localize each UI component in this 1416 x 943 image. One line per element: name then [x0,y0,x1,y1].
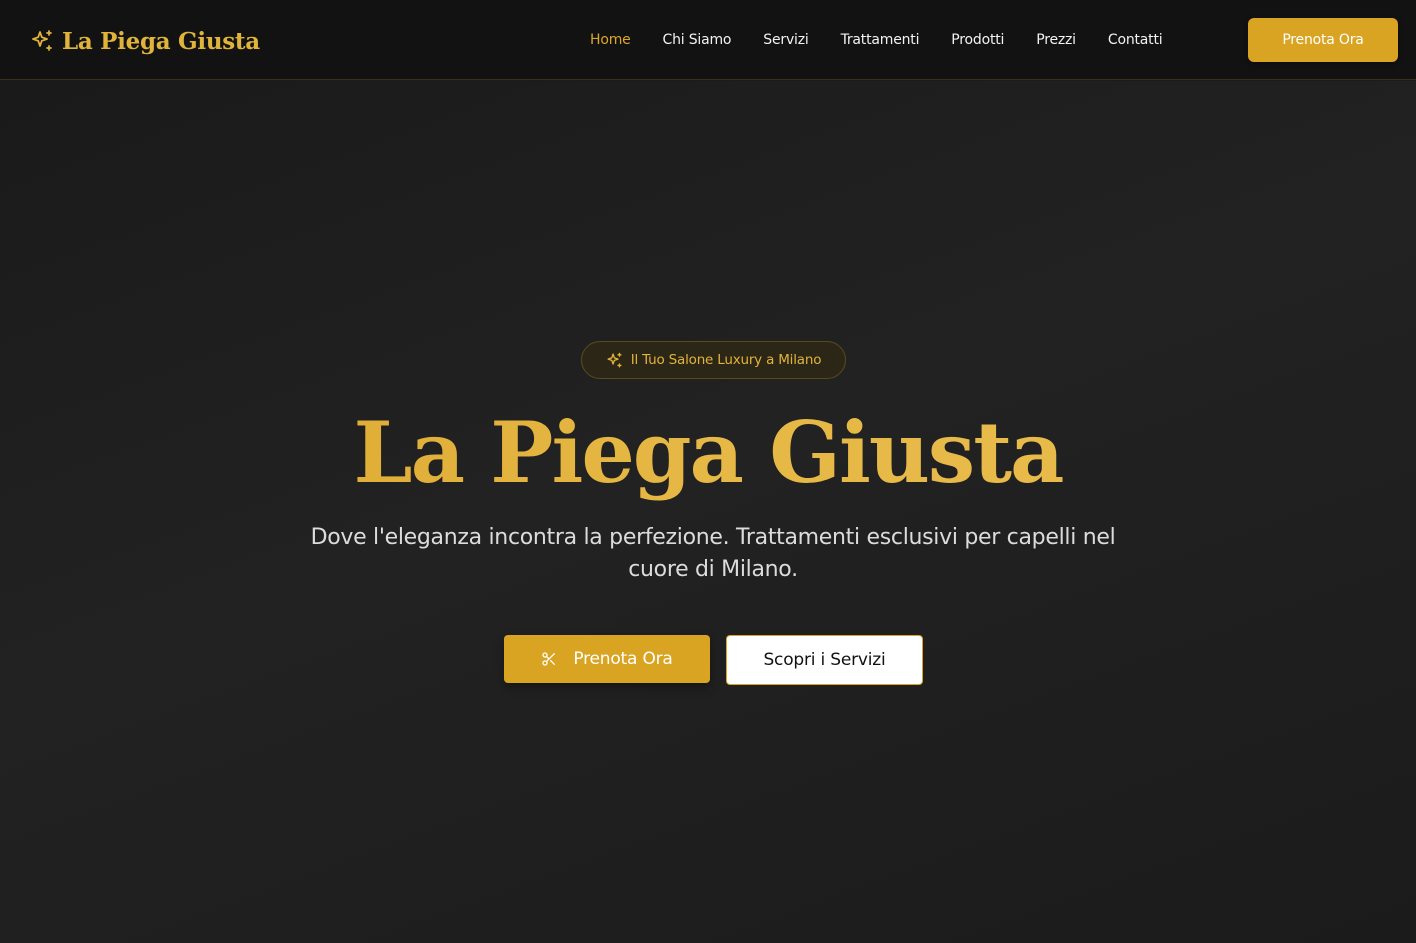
nav-item-servizi[interactable]: Servizi [763,30,808,50]
hero-book-button[interactable]: Prenota Ora [504,635,710,683]
nav-item-prezzi[interactable]: Prezzi [1036,30,1076,50]
sparkle-icon [32,30,52,51]
main-nav: Home Chi Siamo Servizi Trattamenti Prodo… [590,28,1163,52]
discover-services-button[interactable]: Scopri i Servizi [726,635,923,685]
nav-item-prodotti[interactable]: Prodotti [951,30,1004,50]
scissors-icon [542,652,556,666]
nav-item-contatti[interactable]: Contatti [1108,30,1163,50]
hero-title: La Piega Giusta [0,398,1416,508]
hero-book-button-label: Prenota Ora [573,649,673,669]
site-header: La Piega Giusta Home Chi Siamo Servizi T… [0,0,1416,80]
brand-name: La Piega Giusta [62,27,260,55]
brand-logo-link[interactable]: La Piega Giusta [30,24,260,58]
nav-item-trattamenti[interactable]: Trattamenti [841,30,920,50]
hero-badge: Il Tuo Salone Luxury a Milano [581,341,846,379]
hero-subtitle: Dove l'eleganza incontra la perfezione. … [310,525,1116,582]
header-book-button[interactable]: Prenota Ora [1248,18,1398,62]
hero-section [0,81,1416,943]
sparkle-icon [607,352,622,368]
nav-item-home[interactable]: Home [590,30,631,50]
hero-badge-text: Il Tuo Salone Luxury a Milano [630,352,822,368]
nav-item-chi-siamo[interactable]: Chi Siamo [663,30,732,50]
